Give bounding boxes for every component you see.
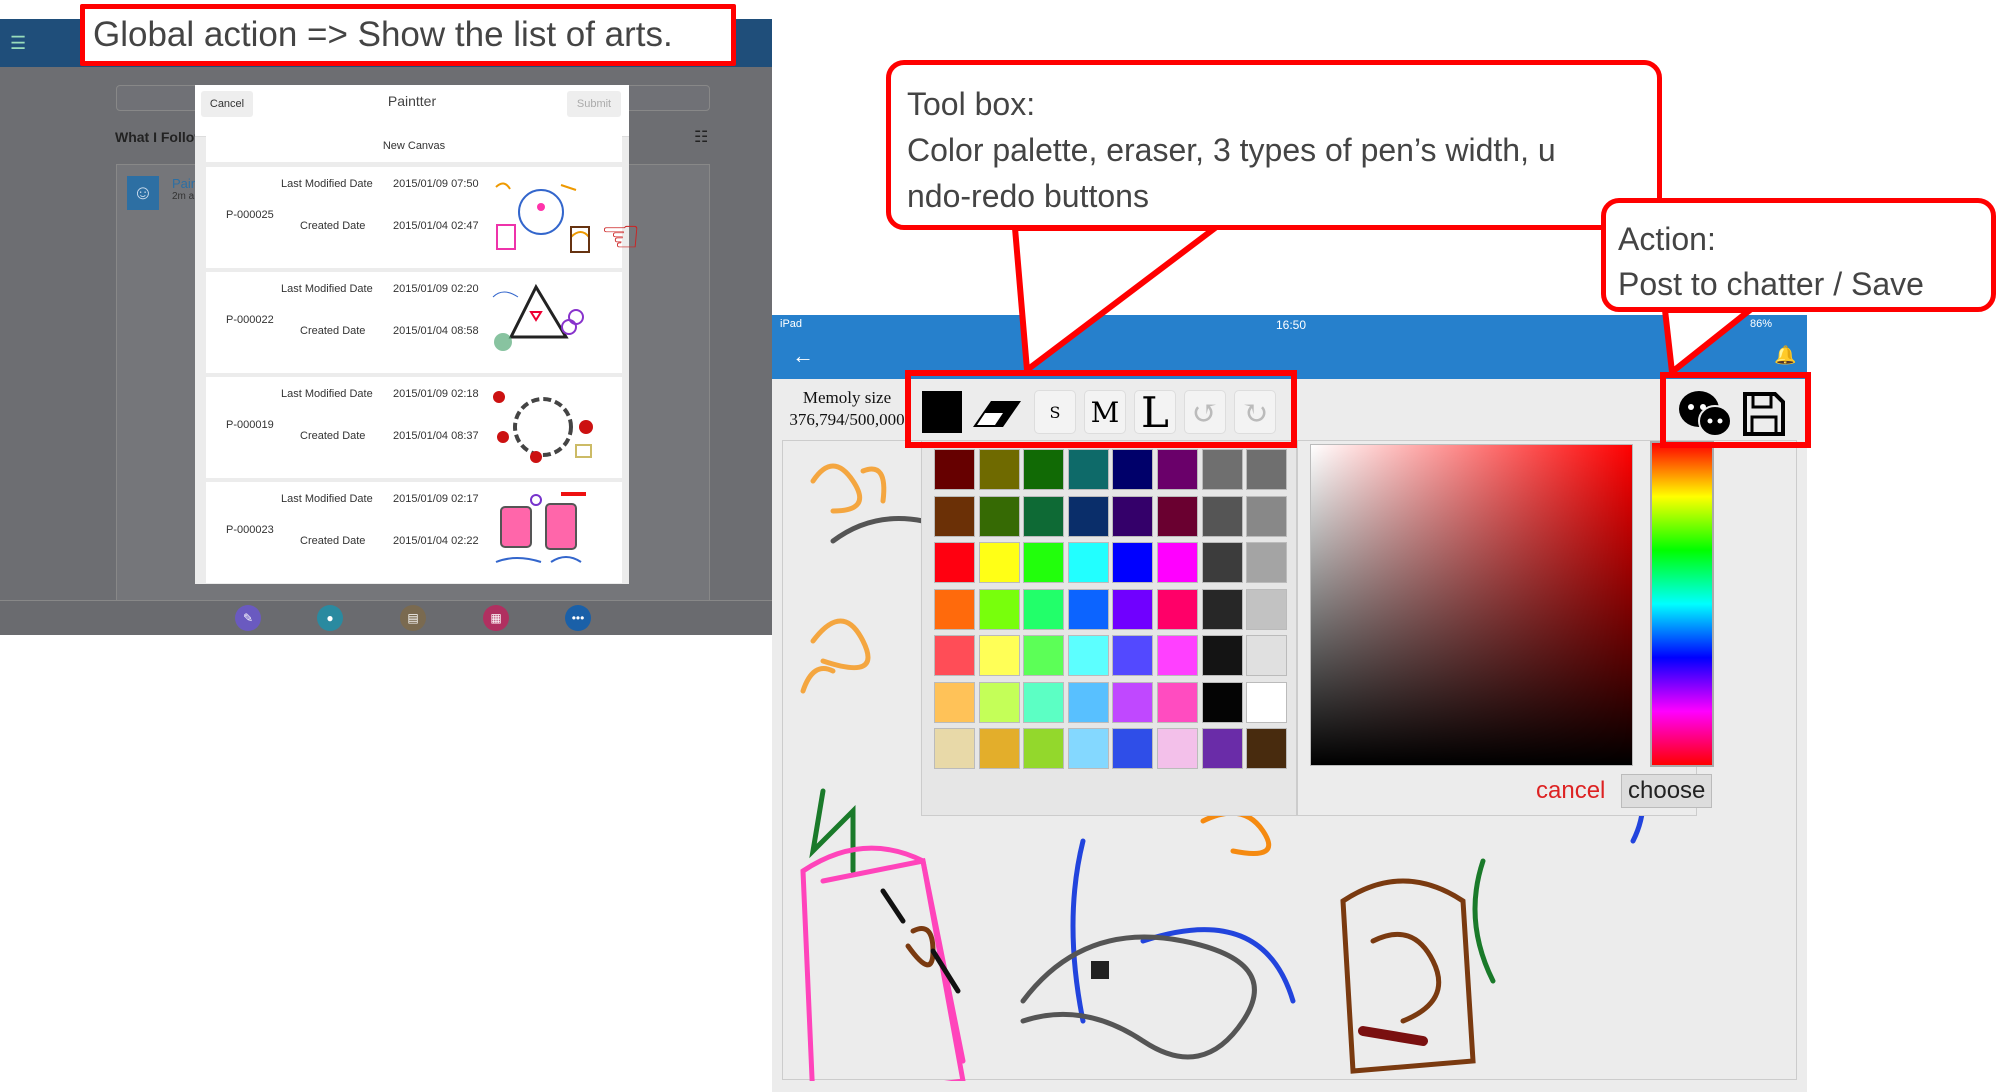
action-callout-title: Action: bbox=[1618, 221, 1716, 257]
global-action-callout: Global action => Show the list of arts. bbox=[80, 4, 736, 66]
toolbox-callout-line2: ndo-redo buttons bbox=[907, 178, 1149, 214]
toolbox-callout-title: Tool box: bbox=[907, 86, 1036, 122]
toolbox-callout: Tool box: Color palette, eraser, 3 types… bbox=[886, 60, 1662, 230]
action-callout: Action: Post to chatter / Save bbox=[1601, 198, 1996, 312]
action-callout-desc: Post to chatter / Save bbox=[1618, 266, 1924, 302]
toolbox-callout-line1: Color palette, eraser, 3 types of pen’s … bbox=[907, 132, 1556, 168]
